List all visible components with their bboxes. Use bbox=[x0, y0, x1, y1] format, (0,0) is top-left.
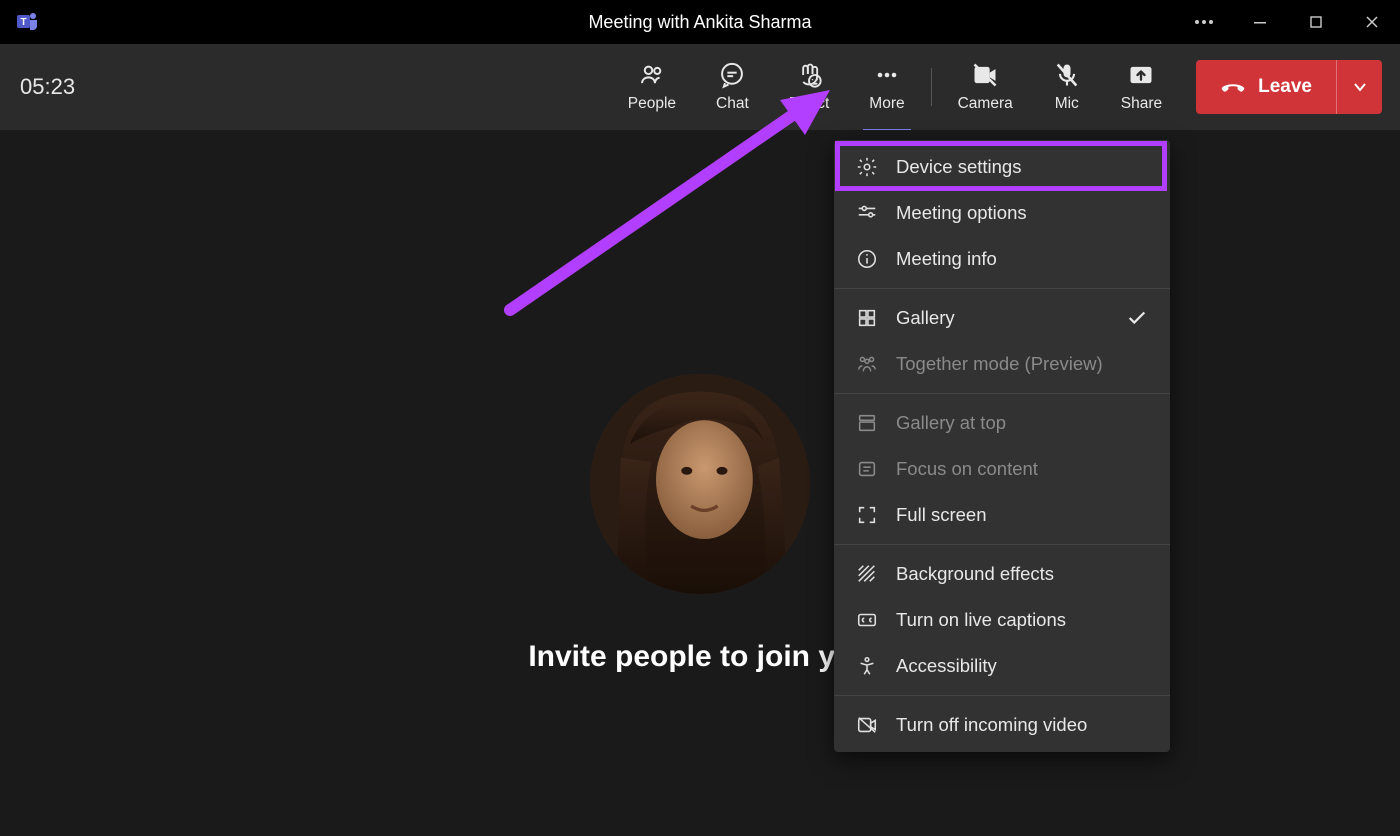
mic-button[interactable]: Mic bbox=[1033, 44, 1101, 130]
accessibility-icon bbox=[856, 655, 878, 677]
info-icon bbox=[856, 248, 878, 270]
background-icon bbox=[856, 563, 878, 585]
menu-meeting-info[interactable]: Meeting info bbox=[834, 236, 1170, 282]
window-title: Meeting with Ankita Sharma bbox=[588, 12, 811, 33]
gallery-top-icon bbox=[856, 412, 878, 434]
grid-icon bbox=[856, 307, 878, 329]
camera-off-icon bbox=[971, 61, 999, 89]
together-icon bbox=[856, 353, 878, 375]
menu-separator bbox=[834, 544, 1170, 545]
minimize-button[interactable] bbox=[1232, 0, 1288, 44]
svg-text:T: T bbox=[20, 17, 26, 28]
menu-live-captions[interactable]: Turn on live captions bbox=[834, 597, 1170, 643]
share-icon bbox=[1127, 61, 1155, 89]
leave-button[interactable]: Leave bbox=[1196, 60, 1336, 114]
more-button[interactable]: More bbox=[849, 44, 924, 130]
people-icon bbox=[638, 61, 666, 89]
menu-turn-off-incoming-video[interactable]: Turn off incoming video bbox=[834, 702, 1170, 748]
video-off-icon bbox=[856, 714, 878, 736]
menu-background-effects[interactable]: Background effects bbox=[834, 551, 1170, 597]
menu-gallery-at-top: Gallery at top bbox=[834, 400, 1170, 446]
menu-full-screen[interactable]: Full screen bbox=[834, 492, 1170, 538]
teams-app-icon: T bbox=[16, 10, 40, 34]
meeting-toolbar: 05:23 People Chat React More bbox=[0, 44, 1400, 130]
mic-off-icon bbox=[1053, 61, 1081, 89]
participant-avatar bbox=[590, 374, 810, 594]
toolbar-divider bbox=[931, 68, 932, 106]
titlebar: T Meeting with Ankita Sharma bbox=[0, 0, 1400, 44]
focus-icon bbox=[856, 458, 878, 480]
chat-icon bbox=[718, 61, 746, 89]
maximize-button[interactable] bbox=[1288, 0, 1344, 44]
gear-icon bbox=[856, 156, 878, 178]
chat-button[interactable]: Chat bbox=[696, 44, 769, 130]
share-button[interactable]: Share bbox=[1101, 44, 1182, 130]
menu-accessibility[interactable]: Accessibility bbox=[834, 643, 1170, 689]
captions-icon bbox=[856, 609, 878, 631]
hangup-icon bbox=[1220, 74, 1246, 100]
people-button[interactable]: People bbox=[608, 44, 696, 130]
invite-prompt: Invite people to join you bbox=[528, 640, 871, 674]
more-dropdown: Device settings Meeting options Meeting … bbox=[834, 140, 1170, 752]
check-icon bbox=[1126, 307, 1148, 329]
menu-together-mode: Together mode (Preview) bbox=[834, 341, 1170, 387]
titlebar-more-button[interactable] bbox=[1176, 0, 1232, 44]
close-button[interactable] bbox=[1344, 0, 1400, 44]
meeting-timer: 05:23 bbox=[20, 74, 75, 100]
menu-focus-content: Focus on content bbox=[834, 446, 1170, 492]
menu-device-settings[interactable]: Device settings bbox=[834, 144, 1170, 190]
menu-gallery[interactable]: Gallery bbox=[834, 295, 1170, 341]
menu-meeting-options[interactable]: Meeting options bbox=[834, 190, 1170, 236]
menu-separator bbox=[834, 288, 1170, 289]
sliders-icon bbox=[856, 202, 878, 224]
more-icon bbox=[873, 61, 901, 89]
camera-button[interactable]: Camera bbox=[938, 44, 1033, 130]
menu-separator bbox=[834, 393, 1170, 394]
leave-options-button[interactable] bbox=[1336, 60, 1382, 114]
menu-separator bbox=[834, 695, 1170, 696]
react-button[interactable]: React bbox=[769, 44, 850, 130]
leave-button-group: Leave bbox=[1196, 60, 1382, 114]
meeting-stage: Invite people to join you bbox=[0, 130, 1400, 836]
react-icon bbox=[795, 61, 823, 89]
fullscreen-icon bbox=[856, 504, 878, 526]
